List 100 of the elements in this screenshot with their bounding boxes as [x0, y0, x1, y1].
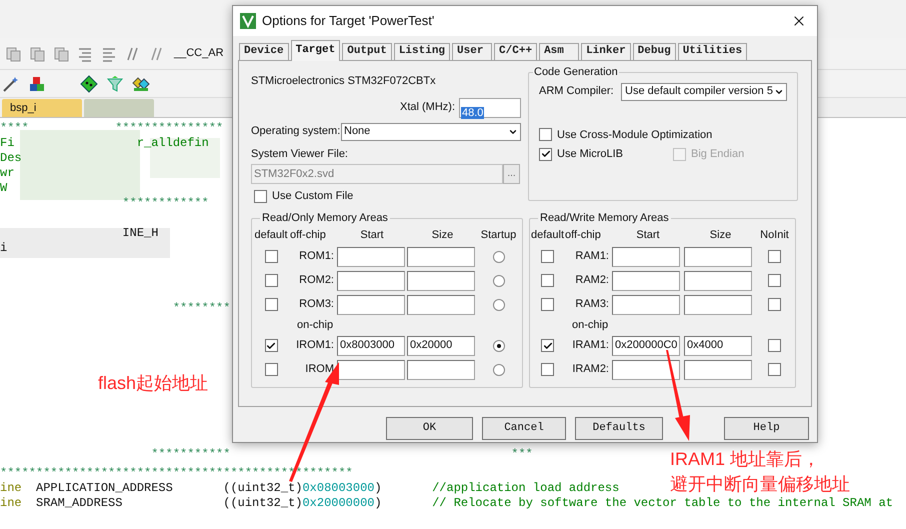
memory-label: RAM3: [575, 297, 609, 312]
group-title: Read/Only Memory Areas [261, 211, 389, 226]
size-field[interactable] [684, 294, 752, 314]
checkbox[interactable] [768, 363, 781, 376]
radio-button[interactable] [492, 274, 504, 286]
memory-label: IROM1: [296, 338, 334, 354]
diamond-icon[interactable] [80, 74, 98, 92]
checkbox[interactable] [264, 339, 278, 352]
code-line: INE_H [121, 226, 158, 241]
tab[interactable]: Device [239, 43, 289, 60]
start-address-field[interactable] [612, 294, 680, 314]
tab[interactable]: Linker [581, 43, 631, 60]
tab[interactable]: Output [342, 43, 392, 60]
code-line: W [0, 181, 8, 196]
checkbox[interactable] [539, 148, 552, 161]
pages-icon[interactable] [52, 44, 70, 62]
memory-label: ROM1: [299, 249, 334, 264]
code-line: *********** [150, 447, 230, 462]
checkbox[interactable] [768, 298, 781, 311]
checkbox[interactable] [541, 339, 554, 352]
define-selector[interactable]: __CC_AR [174, 45, 224, 62]
start-address-field[interactable]: 0x8003000 [337, 336, 405, 356]
checkbox[interactable] [768, 250, 781, 263]
checkbox[interactable] [541, 298, 554, 311]
tab[interactable]: Target [290, 40, 340, 61]
radio-button[interactable] [492, 364, 504, 376]
tab[interactable]: Listing [394, 43, 450, 60]
column-header: Start [360, 228, 384, 244]
checkbox[interactable] [254, 190, 267, 203]
radio-button[interactable] [492, 340, 504, 352]
device-name: STMicroelectronics STM32F072CBTx [251, 74, 437, 89]
annotation-text: flash起始地址 [98, 372, 208, 395]
code-line: Fi r_alldefin [0, 136, 209, 151]
size-field[interactable] [684, 360, 752, 380]
column-header: Start [636, 228, 660, 244]
xtal-field[interactable]: 48.0 [459, 98, 521, 118]
size-field[interactable] [407, 294, 475, 314]
start-address-field[interactable]: 0x200000C0 [612, 336, 680, 356]
start-address-field[interactable] [337, 270, 405, 290]
checkbox[interactable] [264, 298, 278, 311]
size-field[interactable] [684, 270, 752, 290]
checkbox[interactable] [541, 274, 554, 287]
checkbox-label: Big Endian [691, 147, 744, 162]
checkbox[interactable] [264, 250, 278, 263]
code-line: ************************************************* [0, 466, 353, 481]
memory-label: ROM2: [299, 273, 334, 288]
checkbox[interactable] [264, 363, 278, 376]
section-label: on-chip [297, 318, 334, 333]
column-header: off-chip [290, 228, 326, 244]
blocks-icon[interactable] [28, 74, 46, 92]
memory-label: ROM3: [299, 297, 334, 312]
compiler-dropdown[interactable]: Use default compiler version 5 [621, 82, 787, 100]
group-title: Read/Write Memory Areas [539, 211, 670, 226]
dialog-button[interactable]: Cancel [482, 417, 566, 440]
field-label: System Viewer File: [251, 146, 349, 162]
pages-icon[interactable] [28, 44, 46, 62]
funnel-icon[interactable] [106, 74, 124, 92]
checkbox[interactable] [539, 128, 552, 142]
dialog-button[interactable]: Help [724, 417, 809, 440]
radio-button[interactable] [492, 250, 504, 262]
os-dropdown[interactable]: None [341, 122, 521, 140]
size-field[interactable]: 0x4000 [684, 336, 752, 356]
checkbox-label: Use Cross-Module Optimization [557, 128, 712, 142]
field-label: ARM Compiler: [539, 84, 615, 100]
start-address-field[interactable] [612, 246, 680, 266]
tab[interactable]: Asm [539, 43, 580, 60]
start-address-field[interactable] [612, 360, 680, 380]
size-field[interactable] [684, 246, 752, 266]
start-address-field[interactable] [337, 246, 405, 266]
start-address-field[interactable] [612, 270, 680, 290]
column-header: off-chip [565, 228, 601, 244]
code-line: ******** [172, 301, 230, 316]
code-line: wr [0, 166, 14, 181]
size-field[interactable]: 0x20000 [407, 336, 475, 356]
checkbox[interactable] [768, 339, 781, 352]
start-address-field[interactable] [337, 294, 405, 314]
section-label: on-chip [572, 318, 608, 333]
dialog-button[interactable]: Defaults [575, 417, 663, 440]
diamonds-icon[interactable] [132, 74, 150, 92]
checkbox[interactable] [541, 363, 554, 376]
file-tab[interactable]: bsp_i [2, 99, 82, 117]
tab[interactable]: Debug [632, 43, 676, 60]
tab[interactable]: User [452, 43, 492, 60]
tab[interactable]: Utilities [678, 43, 748, 60]
pages-icon[interactable] [4, 44, 22, 62]
code-line: **** *************** [0, 121, 224, 136]
size-field[interactable] [407, 360, 475, 380]
tab[interactable]: C/C++ [494, 43, 538, 60]
size-field[interactable] [407, 270, 475, 290]
radio-button[interactable] [492, 298, 504, 310]
size-field[interactable] [407, 246, 475, 266]
start-address-field[interactable] [337, 360, 405, 380]
code-line: ************ [121, 196, 209, 211]
checkbox[interactable] [768, 274, 781, 287]
checkbox[interactable] [541, 250, 554, 263]
checkbox[interactable] [264, 274, 278, 287]
memory-label: RAM2: [575, 273, 609, 288]
checkbox-label: Use MicroLIB [557, 147, 624, 162]
wand-icon[interactable] [2, 74, 20, 92]
dialog-button[interactable]: OK [386, 417, 473, 440]
